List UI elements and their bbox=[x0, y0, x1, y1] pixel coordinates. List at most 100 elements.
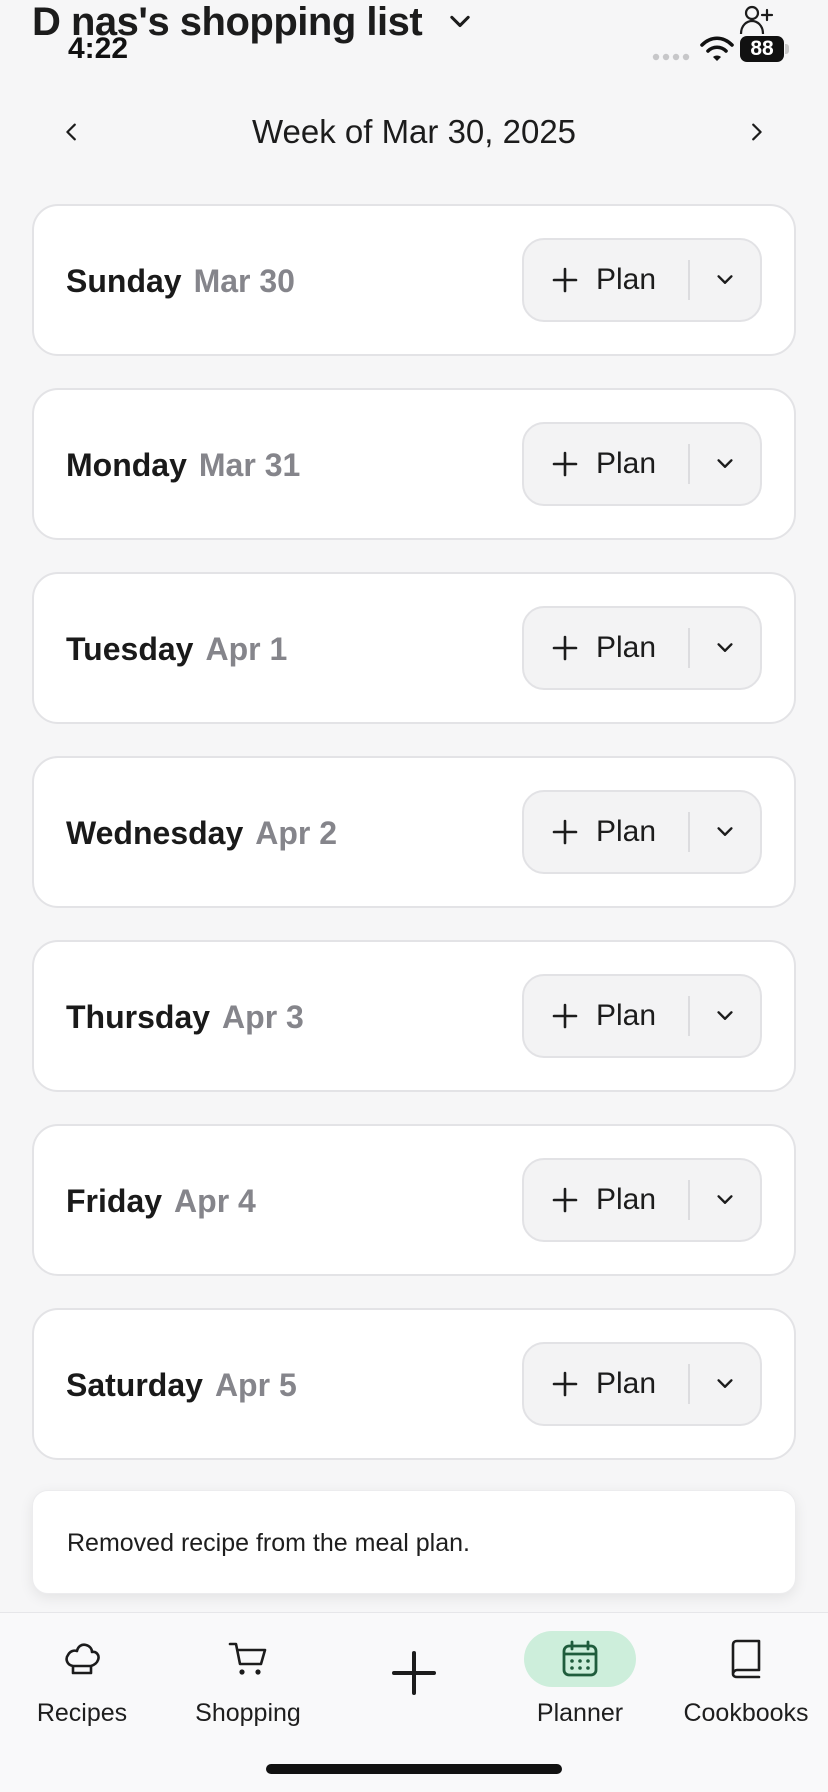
day-date: Apr 5 bbox=[214, 1367, 297, 1403]
plus-icon bbox=[552, 451, 578, 477]
plan-options-button[interactable] bbox=[690, 608, 760, 688]
day-date: Apr 4 bbox=[174, 1183, 256, 1219]
plan-button[interactable]: Plan bbox=[524, 1160, 688, 1240]
plan-options-button[interactable] bbox=[690, 424, 760, 504]
tab-icon-container bbox=[186, 1629, 310, 1689]
toast-notification: Removed recipe from the meal plan. bbox=[32, 1490, 796, 1594]
tab-label: Cookbooks bbox=[683, 1699, 809, 1727]
plan-options-button[interactable] bbox=[690, 1344, 760, 1424]
cellular-signal-icon bbox=[652, 53, 690, 61]
day-title: Sunday Mar 30 bbox=[66, 262, 295, 300]
day-card-thursday: Thursday Apr 3 Plan bbox=[32, 940, 796, 1092]
chevron-down-icon bbox=[717, 1195, 733, 1204]
battery-indicator: 88 bbox=[740, 36, 789, 62]
calendar-icon bbox=[562, 1640, 598, 1677]
plan-button[interactable]: Plan bbox=[524, 424, 688, 504]
day-name: Sunday bbox=[66, 263, 182, 299]
day-name: Monday bbox=[66, 447, 187, 483]
plus-icon bbox=[552, 267, 578, 293]
battery-level: 88 bbox=[740, 36, 784, 62]
plan-options-button[interactable] bbox=[690, 240, 760, 320]
tab-recipes[interactable]: Recipes bbox=[22, 1621, 142, 1741]
day-date: Apr 3 bbox=[222, 999, 304, 1035]
day-date: Apr 2 bbox=[255, 815, 338, 851]
chevron-down-icon bbox=[717, 275, 733, 284]
chevron-right-icon bbox=[752, 123, 762, 141]
active-tab-pill bbox=[524, 1631, 636, 1687]
cart-icon bbox=[228, 1642, 267, 1675]
status-time: 4:22 bbox=[68, 32, 129, 65]
plan-button[interactable]: Plan bbox=[524, 608, 688, 688]
tab-label: Planner bbox=[536, 1699, 624, 1727]
day-card-monday: Monday Mar 31 Plan bbox=[32, 388, 796, 540]
chevron-down-icon bbox=[717, 1379, 733, 1388]
plan-label: Plan bbox=[596, 1367, 657, 1400]
tab-cookbooks[interactable]: Cookbooks bbox=[666, 1621, 826, 1741]
tab-label: Shopping bbox=[195, 1699, 301, 1727]
plan-button[interactable]: Plan bbox=[524, 976, 688, 1056]
day-date: Mar 30 bbox=[193, 263, 295, 299]
plan-label: Plan bbox=[596, 631, 657, 664]
day-card-sunday: Sunday Mar 30 Plan bbox=[32, 204, 796, 356]
day-title: Monday Mar 31 bbox=[66, 446, 300, 484]
day-title: Wednesday Apr 2 bbox=[66, 814, 337, 852]
tab-icon-container bbox=[374, 1643, 454, 1703]
chevron-down-icon[interactable] bbox=[446, 8, 474, 36]
plan-split-button: Plan bbox=[522, 1342, 762, 1426]
home-indicator[interactable] bbox=[266, 1764, 562, 1774]
plan-split-button: Plan bbox=[522, 606, 762, 690]
add-user-icon[interactable] bbox=[738, 4, 774, 36]
plus-icon bbox=[392, 1651, 436, 1695]
plan-split-button: Plan bbox=[522, 790, 762, 874]
tab-shopping[interactable]: Shopping bbox=[186, 1621, 310, 1741]
day-card-friday: Friday Apr 4 Plan bbox=[32, 1124, 796, 1276]
toast-message: Removed recipe from the meal plan. bbox=[67, 1529, 470, 1557]
plan-button[interactable]: Plan bbox=[524, 240, 688, 320]
tab-icon-container bbox=[666, 1629, 826, 1689]
day-name: Thursday bbox=[66, 999, 211, 1035]
chevron-down-icon bbox=[717, 827, 733, 836]
chevron-down-icon bbox=[717, 459, 733, 468]
book-icon bbox=[731, 1639, 761, 1679]
day-name: Tuesday bbox=[66, 631, 194, 667]
plan-label: Plan bbox=[596, 1183, 657, 1216]
chef-hat-icon bbox=[65, 1643, 100, 1675]
plan-label: Plan bbox=[596, 999, 657, 1032]
day-name: Wednesday bbox=[66, 815, 244, 851]
chevron-down-icon bbox=[717, 1011, 733, 1020]
add-button[interactable] bbox=[374, 1621, 454, 1741]
day-title: Tuesday Apr 1 bbox=[66, 630, 287, 668]
day-title: Saturday Apr 5 bbox=[66, 1366, 297, 1404]
plan-label: Plan bbox=[596, 447, 657, 480]
plan-split-button: Plan bbox=[522, 974, 762, 1058]
plan-split-button: Plan bbox=[522, 422, 762, 506]
plan-options-button[interactable] bbox=[690, 792, 760, 872]
plus-icon bbox=[552, 1187, 578, 1213]
tab-label: Recipes bbox=[36, 1699, 128, 1727]
plan-options-button[interactable] bbox=[690, 976, 760, 1056]
plus-icon bbox=[552, 1371, 578, 1397]
plan-split-button: Plan bbox=[522, 1158, 762, 1242]
chevron-down-icon bbox=[717, 643, 733, 652]
plan-button[interactable]: Plan bbox=[524, 1344, 688, 1424]
plus-icon bbox=[552, 819, 578, 845]
plan-button[interactable]: Plan bbox=[524, 792, 688, 872]
plus-icon bbox=[552, 635, 578, 661]
plan-options-button[interactable] bbox=[690, 1160, 760, 1240]
week-navigation: Week of Mar 30, 2025 bbox=[0, 100, 828, 164]
day-title: Friday Apr 4 bbox=[66, 1182, 256, 1220]
day-card-tuesday: Tuesday Apr 1 Plan bbox=[32, 572, 796, 724]
app-header: D nas's shopping list 4:22 88 bbox=[0, 0, 828, 80]
battery-tip bbox=[785, 44, 789, 54]
day-date: Apr 1 bbox=[205, 631, 288, 667]
plan-label: Plan bbox=[596, 263, 657, 296]
day-name: Saturday bbox=[66, 1367, 203, 1403]
tab-icon-container bbox=[22, 1629, 142, 1689]
next-week-button[interactable] bbox=[736, 112, 776, 152]
plus-icon bbox=[552, 1003, 578, 1029]
tab-planner[interactable]: Planner bbox=[516, 1621, 644, 1741]
week-label: Week of Mar 30, 2025 bbox=[251, 113, 577, 150]
day-card-saturday: Saturday Apr 5 Plan bbox=[32, 1308, 796, 1460]
plan-split-button: Plan bbox=[522, 238, 762, 322]
day-name: Friday bbox=[66, 1183, 163, 1219]
